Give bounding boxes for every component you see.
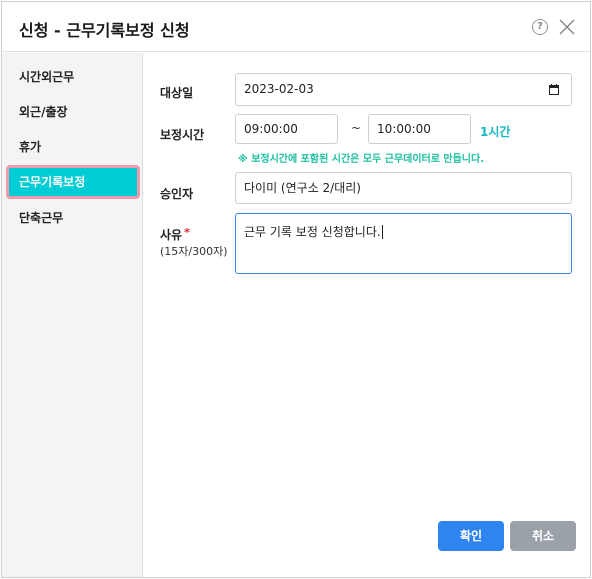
sidebar-item-outside-work[interactable]: 외근/출장 xyxy=(6,95,140,129)
sidebar-item-work-record-correction[interactable]: 근무기록보정 xyxy=(6,165,140,199)
sidebar: 시간외근무 외근/출장 휴가 근무기록보정 단축근무 xyxy=(2,53,143,577)
correction-note: ※ 보정시간에 포함된 시간은 모두 근무데이터로 만듭니다. xyxy=(238,154,485,165)
reason-label-text: 사유 xyxy=(160,228,183,242)
cancel-button[interactable]: 취소 xyxy=(510,521,576,551)
time-range-separator: ~ xyxy=(351,121,362,135)
reason-char-counter: (15자/300자) xyxy=(160,245,228,258)
reason-text: 근무 기록 보정 신청합니다. xyxy=(244,225,381,239)
reason-textarea[interactable]: 근무 기록 보정 신청합니다. xyxy=(235,213,572,274)
reason-label: 사유 * xyxy=(160,226,190,243)
sidebar-item-vacation[interactable]: 휴가 xyxy=(6,130,140,164)
calendar-icon[interactable] xyxy=(549,84,559,95)
approver-label: 승인자 xyxy=(160,187,194,201)
dialog: 신청 - 근무기록보정 신청 ? 시간외근무 외근/출장 휴가 근무기록보정 단… xyxy=(1,1,591,578)
confirm-button[interactable]: 확인 xyxy=(438,521,504,551)
target-date-value: 2023-02-03 xyxy=(244,82,314,96)
target-date-field[interactable]: 2023-02-03 xyxy=(235,73,572,106)
target-date-label: 대상일 xyxy=(160,86,194,100)
duration-text: 1시간 xyxy=(480,125,511,139)
end-time-input[interactable]: 10:00:00 xyxy=(368,114,471,144)
dialog-title: 신청 - 근무기록보정 신청 xyxy=(19,21,190,40)
help-icon[interactable]: ? xyxy=(532,19,548,35)
sidebar-item-reduced-work[interactable]: 단축근무 xyxy=(6,201,140,235)
text-cursor xyxy=(381,225,383,239)
close-icon[interactable] xyxy=(558,18,576,36)
correction-time-label: 보정시간 xyxy=(160,128,205,142)
start-time-input[interactable]: 09:00:00 xyxy=(235,114,338,144)
required-mark: * xyxy=(184,226,190,239)
dialog-header: 신청 - 근무기록보정 신청 ? xyxy=(2,2,590,52)
sidebar-item-overtime[interactable]: 시간외근무 xyxy=(6,60,140,94)
approver-field[interactable]: 다이미 (연구소 2/대리) xyxy=(235,172,572,204)
